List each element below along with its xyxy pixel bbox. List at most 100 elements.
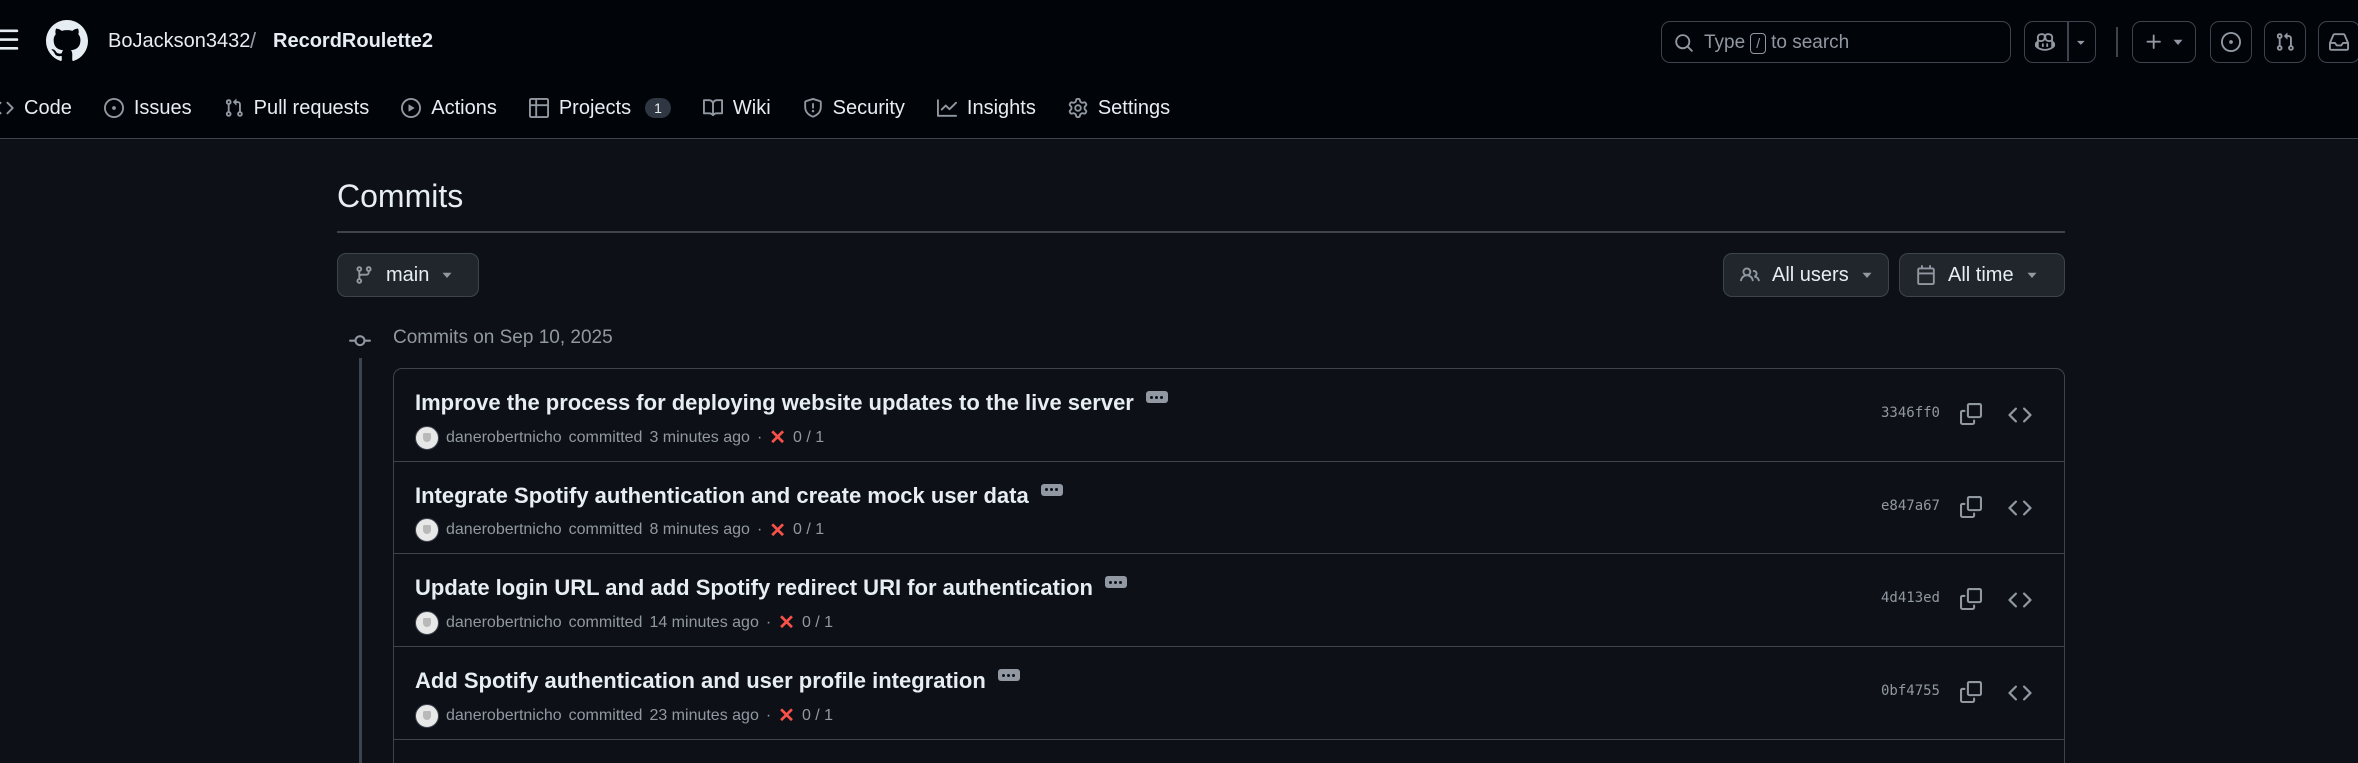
chevron-down-icon[interactable]: [2075, 37, 2087, 49]
tab-projects[interactable]: Projects 1: [513, 88, 687, 128]
commit-author[interactable]: danerobertnicho: [446, 521, 562, 539]
projects-counter: 1: [645, 98, 671, 118]
commit-sha[interactable]: 4d413ed: [1881, 590, 1940, 606]
copy-icon[interactable]: [1960, 681, 1982, 704]
commit-message-line: Improve the process for deploying websit…: [415, 390, 1168, 416]
check-status[interactable]: 0 / 1: [802, 614, 833, 632]
avatar[interactable]: [415, 425, 439, 450]
play-icon: [401, 98, 422, 118]
time-filter-button[interactable]: All time: [1899, 253, 2065, 297]
expand-ellipsis-icon[interactable]: [1145, 391, 1168, 403]
tab-code[interactable]: Code: [0, 88, 88, 128]
code-icon: [0, 98, 14, 118]
x-icon[interactable]: ✕: [778, 703, 795, 728]
tab-issues[interactable]: Issues: [88, 88, 208, 128]
search-placeholder-suffix: to search: [1771, 32, 1850, 53]
github-logo-icon[interactable]: [46, 20, 88, 62]
commit-sha[interactable]: e847a67: [1881, 498, 1940, 514]
check-status[interactable]: 0 / 1: [802, 707, 833, 725]
tab-actions[interactable]: Actions: [385, 88, 513, 128]
tab-insights-label: Insights: [966, 96, 1036, 119]
table-icon: [528, 98, 549, 118]
check-status[interactable]: 0 / 1: [793, 429, 824, 447]
search-placeholder-prefix: Type: [1704, 32, 1746, 53]
commit-time: 8 minutes ago: [649, 521, 750, 539]
menu-icon[interactable]: [0, 26, 20, 54]
commit-meta: danerobertnicho committed 8 minutes ago …: [415, 518, 824, 543]
copy-icon[interactable]: [1960, 495, 1982, 518]
check-status[interactable]: 0 / 1: [793, 521, 824, 539]
x-icon[interactable]: ✕: [769, 518, 786, 543]
breadcrumb-repo[interactable]: RecordRoulette2: [273, 30, 433, 53]
tab-code-label: Code: [24, 96, 72, 119]
users-filter-label: All users: [1772, 263, 1849, 286]
issue-opened-icon: [2221, 32, 2241, 52]
commit-message[interactable]: Update login URL and add Spotify redirec…: [415, 575, 1093, 601]
expand-ellipsis-icon[interactable]: [997, 669, 1020, 682]
branch-name: main: [386, 263, 430, 286]
your-issues-button[interactable]: [2210, 21, 2252, 63]
tab-pull-requests[interactable]: Pull requests: [208, 88, 386, 128]
commit-sha[interactable]: 3346ff0: [1881, 405, 1940, 421]
plus-icon: [2144, 32, 2164, 52]
tab-wiki-label: Wiki: [732, 96, 771, 119]
expand-ellipsis-icon[interactable]: [1040, 483, 1063, 496]
tab-issues-label: Issues: [133, 96, 192, 119]
commit-row: Update login URL and add Spotify redirec…: [394, 554, 2064, 648]
caret-down-icon: [2026, 269, 2038, 281]
commit-author[interactable]: danerobertnicho: [446, 707, 562, 725]
code-icon[interactable]: [2008, 681, 2032, 705]
expand-ellipsis-icon[interactable]: [1104, 576, 1127, 589]
avatar[interactable]: [415, 518, 439, 543]
avatar[interactable]: [415, 703, 439, 728]
commit-time: 23 minutes ago: [649, 706, 759, 724]
code-icon[interactable]: [2008, 588, 2032, 612]
commit-message[interactable]: Improve the process for deploying websit…: [415, 390, 1134, 416]
commit-author[interactable]: danerobertnicho: [446, 429, 562, 447]
search-placeholder: Type / to search: [1704, 32, 1849, 54]
git-pull-request-icon: [224, 98, 244, 118]
code-icon[interactable]: [2008, 403, 2032, 427]
x-icon[interactable]: ✕: [769, 425, 786, 450]
copy-icon[interactable]: [1960, 588, 1982, 611]
tab-actions-label: Actions: [431, 96, 497, 119]
code-icon[interactable]: [2008, 496, 2032, 520]
caret-down-icon: [441, 269, 453, 281]
commit-action: committed: [568, 706, 643, 724]
issue-opened-icon: [103, 98, 124, 118]
title-divider: [337, 231, 2065, 233]
commit-message[interactable]: Integrate Spotify authentication and cre…: [415, 483, 1029, 509]
calendar-icon: [1916, 265, 1936, 285]
copilot-icon[interactable]: [2035, 32, 2055, 52]
commit-meta: danerobertnicho committed 23 minutes ago…: [415, 703, 833, 728]
branch-selector-button[interactable]: main: [337, 253, 479, 297]
commit-author[interactable]: danerobertnicho: [446, 614, 562, 632]
copilot-button-group[interactable]: [2024, 21, 2096, 63]
create-new-button[interactable]: [2132, 21, 2196, 63]
graph-icon: [936, 98, 957, 118]
commit-message[interactable]: Add Spotify authentication and user prof…: [415, 668, 986, 694]
page-title: Commits: [337, 178, 464, 214]
commit-meta: danerobertnicho committed 14 minutes ago…: [415, 610, 833, 635]
commit-sha[interactable]: 0bf4755: [1881, 683, 1940, 699]
people-icon: [1740, 265, 1760, 285]
time-filter-label: All time: [1948, 263, 2014, 286]
tab-wiki[interactable]: Wiki: [687, 88, 787, 128]
x-icon[interactable]: ✕: [778, 610, 795, 635]
your-pull-requests-button[interactable]: [2264, 21, 2306, 63]
avatar[interactable]: [415, 610, 439, 635]
breadcrumb-owner[interactable]: BoJackson3432: [108, 30, 250, 53]
gear-icon: [1068, 98, 1088, 118]
tab-settings[interactable]: Settings: [1052, 88, 1186, 128]
header-divider: [2116, 27, 2118, 57]
notifications-button[interactable]: [2318, 21, 2358, 63]
commit-group-date: Commits on Sep 10, 2025: [393, 327, 613, 348]
copy-icon[interactable]: [1960, 403, 1982, 425]
tab-security[interactable]: Security: [787, 88, 921, 128]
users-filter-button[interactable]: All users: [1723, 253, 1889, 297]
tab-insights[interactable]: Insights: [921, 88, 1052, 128]
meta-dot: ·: [765, 613, 772, 631]
search-input[interactable]: Type / to search: [1661, 21, 2011, 63]
timeline-line: [359, 358, 362, 763]
git-pull-request-icon: [2275, 32, 2295, 52]
